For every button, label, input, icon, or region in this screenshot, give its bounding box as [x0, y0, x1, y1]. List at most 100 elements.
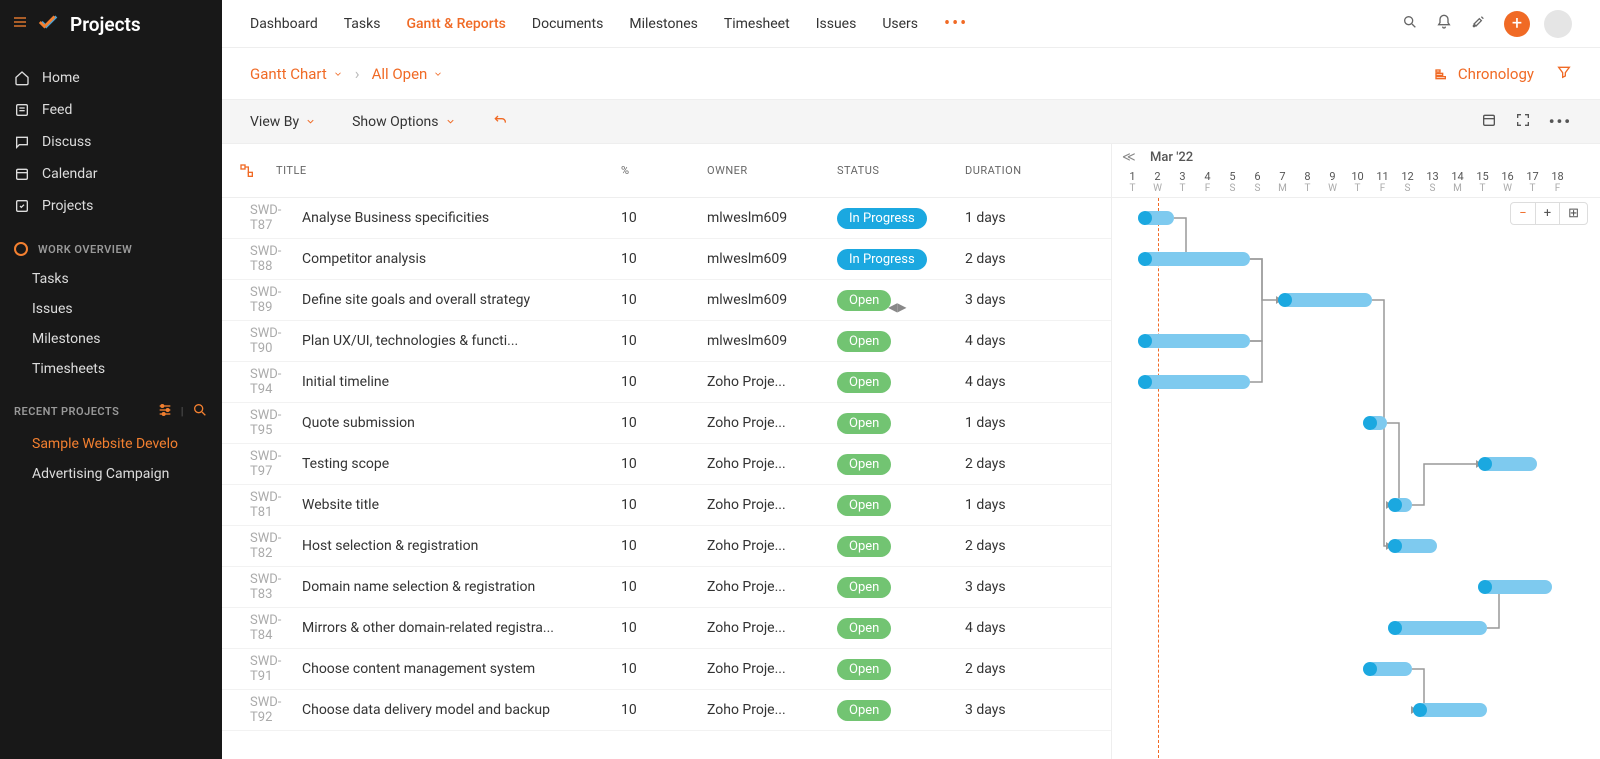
settings-icon[interactable]: [157, 402, 173, 421]
gantt-bar-start[interactable]: [1138, 375, 1152, 389]
col-duration[interactable]: DURATION: [965, 164, 1085, 177]
table-row[interactable]: SWD-T84Mirrors & other domain-related re…: [222, 608, 1111, 649]
sidebar-item-projects[interactable]: Projects: [0, 190, 222, 222]
col-status[interactable]: STATUS: [837, 164, 965, 177]
table-row[interactable]: SWD-T97Testing scope10Zoho Proje...Open2…: [222, 444, 1111, 485]
sidebar-header: Projects: [0, 0, 222, 48]
search-icon[interactable]: [1402, 14, 1418, 34]
bell-icon[interactable]: [1436, 14, 1452, 34]
today-icon[interactable]: [1481, 112, 1497, 132]
gantt-bar-start[interactable]: [1478, 457, 1492, 471]
top-nav: Dashboard Tasks Gantt & Reports Documents Mi…: [222, 0, 1600, 48]
avatar[interactable]: [1544, 10, 1572, 38]
gantt-bar-start[interactable]: [1138, 252, 1152, 266]
table-row[interactable]: SWD-T94Initial timeline10Zoho Proje...Op…: [222, 362, 1111, 403]
sidebar-item-calendar[interactable]: Calendar: [0, 158, 222, 190]
table-row[interactable]: SWD-T92Choose data delivery model and ba…: [222, 690, 1111, 731]
fullscreen-icon[interactable]: [1515, 112, 1531, 132]
gantt-days: 1T2W3T4F5S6S7M8T9W10T11F12S13S14M15T16W1…: [1120, 170, 1600, 194]
gantt-bar[interactable]: [1417, 703, 1487, 717]
add-button[interactable]: +: [1504, 11, 1530, 37]
recent-project[interactable]: Advertising Campaign: [0, 459, 222, 489]
sidebar-item-discuss[interactable]: Discuss: [0, 126, 222, 158]
tab-tasks[interactable]: Tasks: [344, 16, 381, 32]
tab-timesheet[interactable]: Timesheet: [724, 16, 790, 32]
sidebar-item-home[interactable]: Home: [0, 62, 222, 94]
search-icon[interactable]: [192, 402, 208, 421]
table-row[interactable]: SWD-T95Quote submission10Zoho Proje...Op…: [222, 403, 1111, 444]
crumb-all-open[interactable]: All Open: [372, 65, 444, 83]
overview-item-tasks[interactable]: Tasks: [0, 264, 222, 294]
task-owner: Zoho Proje...: [707, 620, 837, 636]
show-options-dropdown[interactable]: Show Options: [352, 114, 455, 130]
task-owner: Zoho Proje...: [707, 374, 837, 390]
gantt-day: 2W: [1145, 170, 1170, 194]
gantt-bar[interactable]: [1142, 375, 1250, 389]
tab-milestones[interactable]: Milestones: [629, 16, 698, 32]
gantt-bar[interactable]: [1392, 621, 1487, 635]
gantt-bar-start[interactable]: [1138, 334, 1152, 348]
task-percent: 10: [607, 415, 707, 431]
task-owner: Zoho Proje...: [707, 456, 837, 472]
undo-icon[interactable]: [492, 112, 508, 132]
gantt-bar[interactable]: [1282, 293, 1372, 307]
table-row[interactable]: SWD-T87Analyse Business specificities10m…: [222, 198, 1111, 239]
sidebar-item-feed[interactable]: Feed: [0, 94, 222, 126]
work-overview-header: WORK OVERVIEW: [0, 228, 222, 264]
overview-item-issues[interactable]: Issues: [0, 294, 222, 324]
table-row[interactable]: SWD-T90Plan UX/UI, technologies & functi…: [222, 321, 1111, 362]
gantt-prev-icon[interactable]: ≪: [1122, 150, 1136, 165]
grid-body[interactable]: SWD-T87Analyse Business specificities10m…: [222, 198, 1111, 759]
zoom-fit-button[interactable]: ⊞: [1559, 203, 1587, 224]
zoom-control: − + ⊞: [1510, 202, 1588, 225]
filter-icon[interactable]: [1556, 64, 1572, 84]
gantt-bar[interactable]: [1482, 580, 1552, 594]
chronology-button[interactable]: Chronology: [1434, 65, 1534, 83]
table-row[interactable]: SWD-T83Domain name selection & registrat…: [222, 567, 1111, 608]
task-id: SWD-T97: [222, 449, 302, 479]
menu-icon[interactable]: [12, 14, 28, 34]
gantt-bar-start[interactable]: [1278, 293, 1292, 307]
tab-documents[interactable]: Documents: [532, 16, 603, 32]
task-duration: 2 days: [965, 456, 1085, 472]
task-owner: mlweslm609: [707, 210, 837, 226]
gantt-bar[interactable]: [1142, 334, 1250, 348]
table-row[interactable]: SWD-T82Host selection & registration10Zo…: [222, 526, 1111, 567]
gantt-body[interactable]: − + ⊞: [1112, 198, 1600, 758]
table-row[interactable]: SWD-T89Define site goals and overall str…: [222, 280, 1111, 321]
gantt-bar-start[interactable]: [1388, 539, 1402, 553]
gantt-bar-start[interactable]: [1413, 703, 1427, 717]
col-percent[interactable]: %: [607, 164, 707, 177]
gantt-bar-start[interactable]: [1138, 211, 1152, 225]
gantt-bar-start[interactable]: [1363, 416, 1377, 430]
logo-icon: [38, 11, 60, 37]
overview-item-timesheets[interactable]: Timesheets: [0, 354, 222, 384]
recent-project[interactable]: Sample Website Develo: [0, 429, 222, 459]
tab-users[interactable]: Users: [882, 16, 918, 32]
gantt-bar-start[interactable]: [1363, 662, 1377, 676]
more-icon[interactable]: •••: [1549, 112, 1572, 131]
crumb-gantt-chart[interactable]: Gantt Chart: [250, 65, 343, 83]
zoom-in-button[interactable]: +: [1535, 203, 1559, 224]
tab-issues[interactable]: Issues: [816, 16, 857, 32]
table-row[interactable]: SWD-T91Choose content management system1…: [222, 649, 1111, 690]
table-row[interactable]: SWD-T81Website title10Zoho Proje...Open1…: [222, 485, 1111, 526]
table-row[interactable]: SWD-T88Competitor analysis10mlweslm609In…: [222, 239, 1111, 280]
tab-dashboard[interactable]: Dashboard: [250, 16, 318, 32]
col-title[interactable]: TITLE: [272, 164, 607, 177]
view-by-dropdown[interactable]: View By: [250, 114, 316, 130]
gantt-bar[interactable]: [1142, 252, 1250, 266]
gantt-bar-start[interactable]: [1478, 580, 1492, 594]
column-resizer[interactable]: ◀▶: [888, 300, 906, 314]
zoom-out-button[interactable]: −: [1511, 203, 1534, 224]
hierarchy-icon[interactable]: [222, 163, 272, 179]
task-percent: 10: [607, 497, 707, 513]
gantt-bar-start[interactable]: [1388, 498, 1402, 512]
gantt-bar-start[interactable]: [1388, 621, 1402, 635]
tab-gantt-reports[interactable]: Gantt & Reports: [406, 16, 505, 32]
tools-icon[interactable]: [1470, 14, 1486, 34]
overview-item-milestones[interactable]: Milestones: [0, 324, 222, 354]
more-icon[interactable]: •••: [944, 13, 968, 34]
task-title: Analyse Business specificities: [302, 210, 607, 226]
col-owner[interactable]: OWNER: [707, 164, 837, 177]
